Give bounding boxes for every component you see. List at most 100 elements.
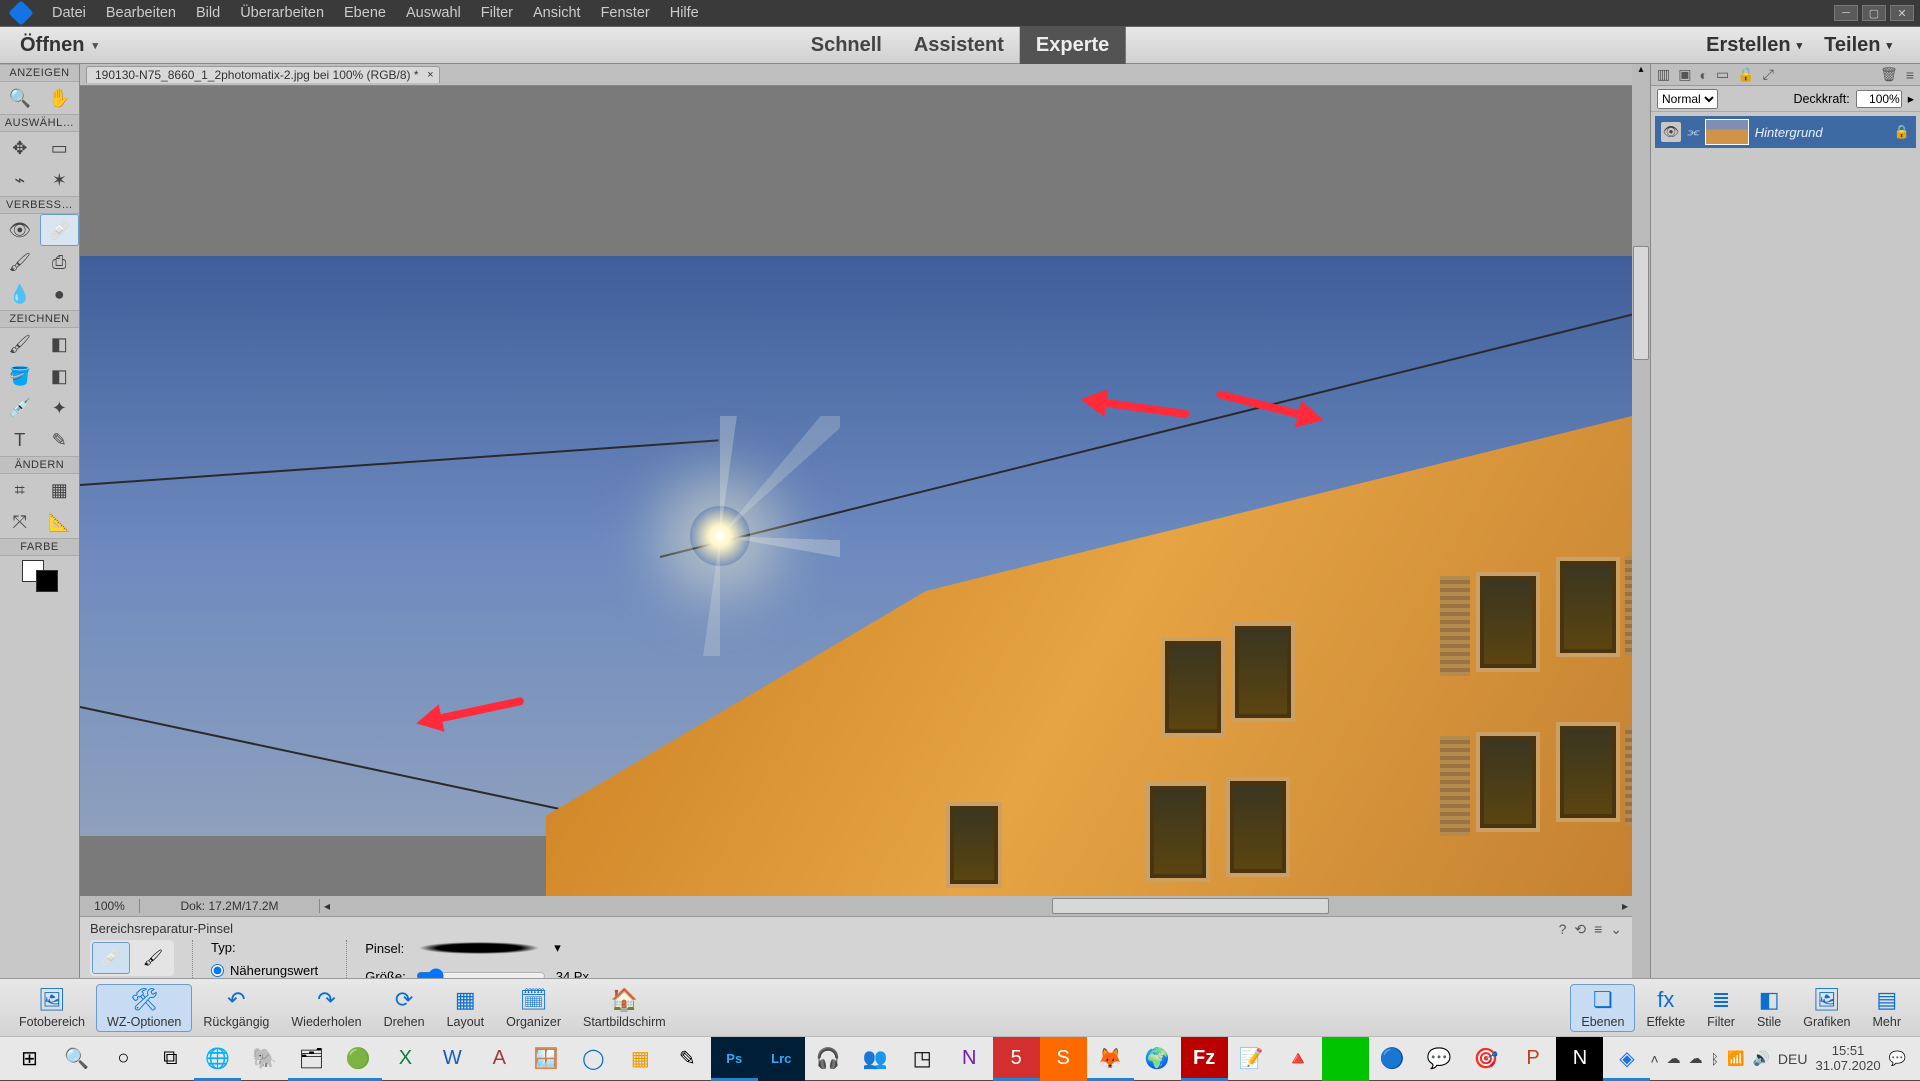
window-minimize-button[interactable]: ─ <box>1834 5 1858 21</box>
panelbtn-start[interactable]: 🏠Startbildschirm <box>572 984 677 1032</box>
layer-name[interactable]: Hintergrund <box>1755 125 1823 140</box>
clone-stamp-tool-icon[interactable]: ⎙ <box>40 246 80 278</box>
document-tab[interactable]: 190130-N75_8660_1_2photomatix-2.jpg bei … <box>86 66 440 83</box>
reset-icon[interactable]: ⟲ <box>1574 921 1586 938</box>
spot-heal-mode-icon[interactable]: 🩹 <box>92 942 130 974</box>
erstellen-button[interactable]: Erstellen <box>1706 34 1802 57</box>
panelbtn-ebenen[interactable]: ❏Ebenen <box>1570 984 1635 1032</box>
smart-brush-tool-icon[interactable]: 🖌 <box>0 246 40 278</box>
panelbtn-undo[interactable]: ↶Rückgängig <box>192 984 280 1032</box>
lock-layer-icon[interactable]: 🔒 <box>1737 66 1754 83</box>
tray-bluetooth-icon[interactable]: ᛒ <box>1711 1051 1719 1067</box>
taskbar-firefox-icon[interactable]: 🦊 <box>1087 1037 1134 1081</box>
tray-language[interactable]: DEU <box>1778 1051 1808 1067</box>
tab-assistent[interactable]: Assistent <box>898 26 1020 64</box>
taskbar-app-icon[interactable]: 🔵 <box>1369 1037 1416 1081</box>
panelbtn-fotobereich[interactable]: 🖼Fotobereich <box>8 984 96 1032</box>
taskbar-onenote-icon[interactable]: N <box>946 1037 993 1081</box>
taskbar-app-icon[interactable]: ▦ <box>617 1037 664 1081</box>
menu-filter[interactable]: Filter <box>471 1 523 25</box>
menu-datei[interactable]: Datei <box>42 1 96 25</box>
crop-tool-icon[interactable]: ⌗ <box>0 474 40 506</box>
taskbar-app-icon[interactable]: 🪟 <box>523 1037 570 1081</box>
panel-menu-icon[interactable]: ≡ <box>1594 921 1602 938</box>
taskbar-word-icon[interactable]: W <box>429 1037 476 1081</box>
layer-mask-icon[interactable]: ▭ <box>1716 66 1729 83</box>
taskbar-search-icon[interactable]: 🔍 <box>53 1037 100 1081</box>
taskbar-explorer-icon[interactable]: 🗂 <box>288 1037 335 1081</box>
menu-bild[interactable]: Bild <box>186 1 230 25</box>
redeye-tool-icon[interactable]: 👁 <box>0 214 40 246</box>
gradient-tool-icon[interactable]: ◧ <box>40 360 80 392</box>
shape-tool-icon[interactable]: ✦ <box>40 392 80 424</box>
teilen-button[interactable]: Teilen <box>1824 34 1892 57</box>
panelbtn-mehr[interactable]: ▤Mehr <box>1862 984 1912 1032</box>
taskbar-app-icon[interactable]: 🎯 <box>1463 1037 1510 1081</box>
trash-icon[interactable]: 🗑 <box>1880 66 1898 83</box>
layer-row[interactable]: 👁 ⫘ Hintergrund 🔒 <box>1655 116 1916 148</box>
menu-hilfe[interactable]: Hilfe <box>660 1 709 25</box>
canvas[interactable]: 100% Dok: 17.2M/17.2M ◂ ▸ <box>80 86 1632 916</box>
radio-proximity[interactable]: Näherungswert <box>211 963 328 978</box>
pencil-tool-icon[interactable]: ✎ <box>40 424 80 456</box>
taskbar-excel-icon[interactable]: X <box>382 1037 429 1081</box>
spot-heal-tool-icon[interactable]: 🩹 <box>40 214 80 246</box>
straighten-tool-icon[interactable]: 📐 <box>40 506 80 538</box>
layer-link-icon[interactable]: ⫘ <box>1687 124 1699 140</box>
opacity-stepper-icon[interactable]: ▸ <box>1908 91 1914 106</box>
layer-thumbnail[interactable] <box>1705 119 1749 145</box>
brush-tool-icon[interactable]: 🖌 <box>0 328 40 360</box>
taskbar-app-icon[interactable]: 📝 <box>1228 1037 1275 1081</box>
v-scroll-thumb[interactable] <box>1633 246 1649 360</box>
hand-tool-icon[interactable]: ✋ <box>40 82 80 114</box>
collapse-icon[interactable]: ⌄ <box>1610 921 1622 938</box>
taskbar-taskview-icon[interactable]: ⧉ <box>147 1037 194 1081</box>
close-tab-icon[interactable]: × <box>427 69 433 81</box>
taskbar-app-icon[interactable]: 🎧 <box>805 1037 852 1081</box>
taskbar-app-icon[interactable] <box>1322 1037 1369 1081</box>
taskbar-chrome-icon[interactable]: 🟢 <box>335 1037 382 1081</box>
panel-menu-icon[interactable]: ≡ <box>1906 67 1914 83</box>
tab-schnell[interactable]: Schnell <box>795 26 898 64</box>
new-group-icon[interactable]: ▣ <box>1678 66 1691 83</box>
taskbar-filezilla-icon[interactable]: Fz <box>1181 1037 1228 1081</box>
scroll-right-icon[interactable]: ▸ <box>1618 899 1632 913</box>
panelbtn-filter[interactable]: ≣Filter <box>1696 984 1746 1032</box>
paint-bucket-tool-icon[interactable]: 🪣 <box>0 360 40 392</box>
opacity-input[interactable] <box>1856 90 1902 108</box>
taskbar-app-icon[interactable]: ✎ <box>664 1037 711 1081</box>
window-maximize-button[interactable]: ▢ <box>1862 5 1886 21</box>
taskbar-photoshop-icon[interactable]: Ps <box>711 1037 758 1081</box>
tray-notifications-icon[interactable]: 💬 <box>1889 1050 1906 1067</box>
taskbar-start-icon[interactable]: ⊞ <box>6 1037 53 1081</box>
blend-mode-select[interactable]: Normal <box>1657 89 1718 109</box>
taskbar-app-icon[interactable]: ◯ <box>570 1037 617 1081</box>
content-aware-move-icon[interactable]: ⤧ <box>0 506 40 538</box>
menu-ansicht[interactable]: Ansicht <box>523 1 591 25</box>
menu-ebene[interactable]: Ebene <box>334 1 396 25</box>
scroll-up-icon[interactable]: ▴ <box>1632 64 1650 75</box>
tray-clock[interactable]: 15:51 31.07.2020 <box>1815 1044 1880 1074</box>
type-tool-icon[interactable]: T <box>0 424 40 456</box>
taskbar-powerpoint-icon[interactable]: P <box>1510 1037 1557 1081</box>
link-layers-icon[interactable]: ⤢ <box>1763 66 1774 83</box>
h-scroll-track[interactable] <box>346 898 1606 914</box>
panelbtn-layout[interactable]: ▦Layout <box>436 984 496 1032</box>
eyedropper-tool-icon[interactable]: 💉 <box>0 392 40 424</box>
scroll-left-icon[interactable]: ◂ <box>320 899 334 913</box>
status-zoom[interactable]: 100% <box>80 899 140 913</box>
brush-preview-icon[interactable] <box>414 940 544 956</box>
tray-onedrive-icon[interactable]: ☁ <box>1689 1050 1703 1067</box>
heal-brush-mode-icon[interactable]: 🖌 <box>134 942 172 974</box>
taskbar-app-icon[interactable]: S <box>1040 1037 1087 1081</box>
tray-wifi-icon[interactable]: 📶 <box>1727 1050 1744 1067</box>
open-button[interactable]: Öffnen <box>0 34 112 57</box>
background-color-icon[interactable] <box>36 570 58 592</box>
layer-lock-icon[interactable]: 🔒 <box>1894 124 1910 140</box>
help-icon[interactable]: ? <box>1559 921 1567 938</box>
new-layer-icon[interactable]: ▥ <box>1657 66 1670 83</box>
menu-ueberarbeiten[interactable]: Überarbeiten <box>230 1 334 25</box>
tray-overflow-icon[interactable]: ˄ <box>1650 1051 1658 1067</box>
marquee-tool-icon[interactable]: ▭ <box>40 132 80 164</box>
window-close-button[interactable]: ✕ <box>1890 5 1914 21</box>
